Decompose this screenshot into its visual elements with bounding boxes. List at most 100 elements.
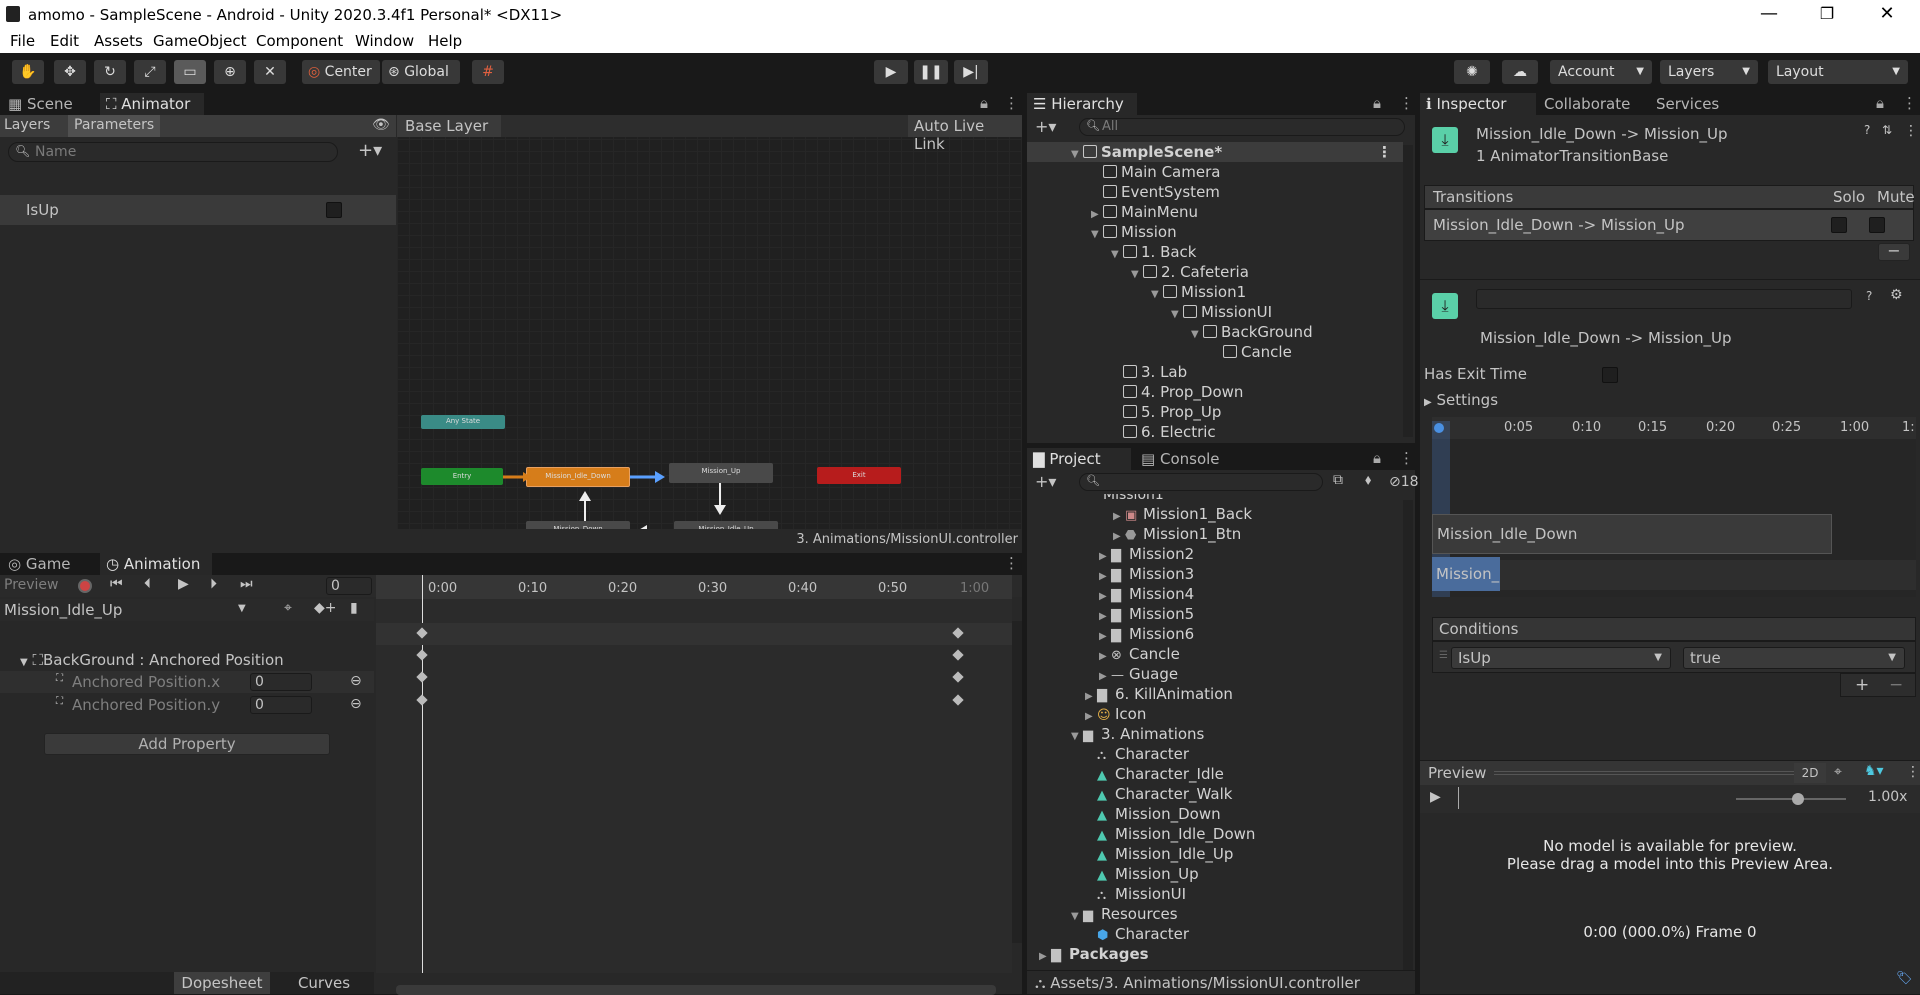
preview-toggle[interactable]: Preview <box>4 577 59 593</box>
move-tool-icon[interactable]: ✥ <box>54 60 86 84</box>
keyframe[interactable] <box>416 649 428 661</box>
curves-tab[interactable]: Curves <box>276 972 372 994</box>
project-item[interactable]: ▶ ▇ Mission6 <box>1099 624 1194 644</box>
panel-menu-icon[interactable]: ⋮ <box>1399 94 1414 112</box>
menu-help[interactable]: Help <box>428 32 462 50</box>
tab-project[interactable]: ▇ Project <box>1027 448 1131 470</box>
project-item[interactable]: ▶ ▇ Packages <box>1039 944 1149 964</box>
create-asset-button[interactable]: +▾ <box>1035 472 1056 491</box>
hierarchy-search-input[interactable]: 🔍︎ All <box>1079 118 1405 136</box>
hierarchy-item[interactable]: 4. Prop_Down <box>1111 382 1243 402</box>
project-item[interactable]: ▶ ▇ 6. KillAnimation <box>1085 684 1233 704</box>
avatar-icon[interactable]: ♞▾ <box>1864 763 1884 779</box>
project-item[interactable]: ▲ Mission_Idle_Up <box>1085 844 1233 864</box>
add-event-icon[interactable]: ▮ <box>350 600 358 616</box>
tab-inspector[interactable]: ℹ Inspector <box>1420 93 1536 115</box>
vertical-scrollbar[interactable] <box>1012 621 1022 943</box>
tab-collaborate[interactable]: Collaborate <box>1538 93 1648 115</box>
eye-icon[interactable]: 👁︎ <box>372 117 390 133</box>
preview-drag-bar[interactable] <box>1494 771 1794 775</box>
project-item[interactable]: ▶ ▇ Mission3 <box>1099 564 1194 584</box>
foldout-arrow-icon[interactable]: ▼ <box>1191 325 1203 345</box>
transition-start-handle[interactable] <box>1434 423 1444 433</box>
hierarchy-item[interactable]: Main Camera <box>1091 162 1220 182</box>
menu-file[interactable]: File <box>10 32 35 50</box>
hierarchy-scrollbar[interactable] <box>1403 145 1413 437</box>
hierarchy-item[interactable]: EventSystem <box>1091 182 1220 202</box>
tab-services[interactable]: Services <box>1650 93 1750 115</box>
hierarchy-item[interactable]: ▶ MainMenu <box>1091 202 1198 222</box>
hierarchy-item[interactable]: ▼ Mission1 <box>1151 282 1246 302</box>
project-item[interactable]: ⬢ Character <box>1085 924 1189 944</box>
lock-icon[interactable]: 🔒︎ <box>1373 449 1381 467</box>
menu-assets[interactable]: Assets <box>94 32 143 50</box>
project-item[interactable]: ▶ ▇ Mission2 <box>1099 544 1194 564</box>
foldout-arrow-icon[interactable]: ▼ <box>1071 907 1083 927</box>
property-x-input[interactable]: 0 <box>250 673 312 691</box>
hierarchy-item[interactable]: 3. Lab <box>1111 362 1187 382</box>
preview-play-button[interactable]: ▶ <box>1430 789 1441 805</box>
keyframe[interactable] <box>952 694 964 706</box>
layout-dropdown[interactable]: Layout ▼ <box>1768 60 1908 84</box>
last-frame-icon[interactable]: ⏭ <box>240 576 253 592</box>
hierarchy-item[interactable]: ▼ Mission <box>1091 222 1177 242</box>
panel-menu-icon[interactable]: ⋮ <box>1004 554 1019 572</box>
pivot-global-button[interactable]: ⊛ Global <box>382 60 460 84</box>
add-keyframe-icon[interactable]: ◆+ <box>314 600 337 616</box>
hidden-count[interactable]: ⊘18 <box>1361 474 1419 490</box>
hierarchy-item[interactable]: ▼ MissionUI <box>1171 302 1272 322</box>
lock-icon[interactable]: 🔒︎ <box>980 94 988 112</box>
project-item[interactable]: ⛬ MissionUI <box>1085 884 1186 904</box>
close-button[interactable]: ✕ <box>1864 0 1910 29</box>
project-item[interactable]: ▼ ▆ 3. Animations <box>1071 724 1204 744</box>
foldout-arrow-icon[interactable]: ▼ <box>1131 265 1143 285</box>
project-item[interactable]: ▶ ▣ Mission1_Back <box>1113 504 1252 524</box>
menu-window[interactable]: Window <box>355 32 414 50</box>
keyframe-nav-icon[interactable]: ⌖ <box>284 600 292 616</box>
minimize-button[interactable]: — <box>1746 0 1792 29</box>
clip-dropdown[interactable]: Mission_Idle_Up <box>4 601 122 619</box>
lock-icon[interactable]: 🔒︎ <box>1373 94 1381 112</box>
project-item[interactable]: ▲ Character_Walk <box>1085 784 1232 804</box>
panel-menu-icon[interactable]: ⋮ <box>1399 449 1414 467</box>
add-property-button[interactable]: Add Property <box>44 733 330 755</box>
pivot-toggle-icon[interactable]: ⌖ <box>1834 764 1842 780</box>
project-item[interactable]: ▲ Mission_Up <box>1085 864 1199 884</box>
dopesheet[interactable]: 0:00 0:10 0:20 0:30 0:40 0:50 1:00 <box>376 575 1022 995</box>
project-search-input[interactable]: 🔍︎ <box>1079 473 1323 491</box>
snap-grid-icon[interactable]: # <box>472 60 504 84</box>
rotate-tool-icon[interactable]: ↻ <box>94 60 126 84</box>
hierarchy-item[interactable]: ▼ SampleScene* ⋮ <box>1027 142 1403 162</box>
parameter-bool-checkbox[interactable] <box>326 202 342 218</box>
preset-icon[interactable]: ⇅ <box>1882 123 1892 137</box>
project-item[interactable]: ▲ Mission_Down <box>1085 804 1221 824</box>
maximize-button[interactable]: ❐ <box>1804 0 1850 29</box>
panel-menu-icon[interactable]: ⋮ <box>1902 94 1917 112</box>
transform-tool-icon[interactable]: ⊕ <box>214 60 246 84</box>
preview-2d-toggle[interactable]: 2D <box>1794 763 1826 783</box>
cloud-icon[interactable]: ☁ <box>1502 60 1538 84</box>
has-exit-time-checkbox[interactable] <box>1602 367 1618 383</box>
scale-tool-icon[interactable]: ⤢ <box>134 60 166 84</box>
tab-parameters[interactable]: Parameters <box>68 115 161 137</box>
help-icon[interactable]: ? <box>1866 289 1872 303</box>
tab-animation[interactable]: ◷ Animation <box>100 553 212 575</box>
mute-checkbox[interactable] <box>1869 217 1885 233</box>
account-dropdown[interactable]: Account ▼ <box>1550 60 1652 84</box>
keyframe[interactable] <box>416 694 428 706</box>
layers-dropdown[interactable]: Layers ▼ <box>1660 60 1758 84</box>
settings-foldout[interactable]: ▶ Settings <box>1424 391 1498 409</box>
frame-input[interactable]: 0 <box>326 577 372 595</box>
foldout-arrow-icon[interactable]: ▼ <box>1071 145 1083 165</box>
preview-scrubber[interactable] <box>1458 787 1459 809</box>
foldout-arrow-icon[interactable]: ▼ <box>1151 285 1163 305</box>
menu-edit[interactable]: Edit <box>50 32 79 50</box>
from-state-bar[interactable]: Mission_Idle_Down <box>1432 514 1832 554</box>
condition-value-dropdown[interactable]: true ▼ <box>1683 647 1905 669</box>
speed-slider[interactable] <box>1736 798 1846 800</box>
solo-checkbox[interactable] <box>1831 217 1847 233</box>
property-row-y[interactable]: ⛶ Anchored Position.y 0 ⊖ <box>0 694 374 716</box>
tab-layers[interactable]: Layers <box>4 117 50 133</box>
params-search-input[interactable]: 🔍︎ Name <box>8 142 338 162</box>
keyframe[interactable] <box>416 671 428 683</box>
